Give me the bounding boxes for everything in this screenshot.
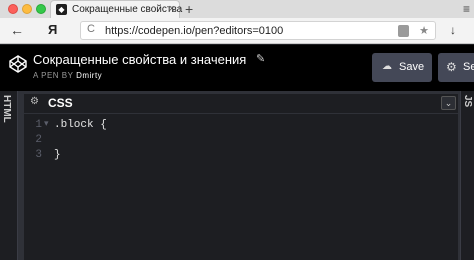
- css-code-editor[interactable]: 1 ▾ .block { 2 3 }: [24, 114, 458, 260]
- browser-toolbar: ← Я C https://codepen.io/pen?editors=010…: [0, 18, 474, 44]
- reader-icon[interactable]: [398, 25, 409, 37]
- js-tab-label[interactable]: JS: [462, 95, 473, 107]
- new-tab-button[interactable]: +: [185, 0, 193, 18]
- browser-tab-strip: ◆ Сокращенные свойства × + ≡: [0, 0, 474, 18]
- cloud-icon: ☁: [382, 61, 392, 72]
- author-name[interactable]: Dmirty: [76, 71, 102, 80]
- url-text[interactable]: https://codepen.io/pen?editors=0100: [105, 25, 283, 37]
- html-tab-label[interactable]: HTML: [1, 95, 12, 123]
- codepen-favicon-icon: ◆: [56, 4, 67, 15]
- line-number: 3: [35, 149, 42, 161]
- code-text: }: [54, 149, 61, 161]
- bookmark-star-icon[interactable]: ★: [419, 24, 429, 37]
- code-text: .block {: [54, 119, 107, 131]
- css-panel-title: CSS: [48, 96, 73, 110]
- maximize-window-button[interactable]: [36, 4, 46, 14]
- minimize-window-button[interactable]: [22, 4, 32, 14]
- gear-icon: ⚙: [446, 60, 457, 74]
- browser-menu-icon[interactable]: ≡: [463, 0, 470, 18]
- byline-prefix: A PEN BY: [33, 71, 74, 80]
- editor-area: HTML ⚙ CSS ⌄ 1 ▾ .block { 2 3 } JS: [0, 91, 474, 260]
- yandex-icon[interactable]: Я: [48, 22, 57, 37]
- reload-icon[interactable]: C: [87, 23, 95, 35]
- line-number: 1: [35, 119, 42, 131]
- settings-button-label: Se: [463, 61, 474, 73]
- close-window-button[interactable]: [8, 4, 18, 14]
- fold-arrow-icon[interactable]: ▾: [44, 119, 49, 129]
- browser-tab[interactable]: ◆ Сокращенные свойства ×: [50, 0, 183, 18]
- settings-button[interactable]: ⚙ Se: [438, 53, 474, 82]
- css-panel-header: ⚙ CSS ⌄: [24, 94, 458, 113]
- save-button[interactable]: ☁ Save: [372, 53, 432, 82]
- pen-title[interactable]: Сокращенные свойства и значения: [33, 52, 246, 67]
- back-button[interactable]: ←: [10, 22, 24, 38]
- codepen-logo-icon[interactable]: [8, 54, 28, 74]
- download-icon[interactable]: ↓: [450, 23, 456, 37]
- codepen-header: Сокращенные свойства и значения ✎ A PEN …: [0, 45, 474, 91]
- save-button-label: Save: [399, 61, 425, 73]
- panel-settings-icon[interactable]: ⚙: [30, 96, 39, 107]
- panel-collapse-button[interactable]: ⌄: [441, 96, 456, 110]
- tab-title: Сокращенные свойства: [72, 4, 183, 15]
- line-number: 2: [35, 134, 42, 146]
- edit-title-icon[interactable]: ✎: [256, 52, 265, 65]
- pen-byline: A PEN BY Dmirty: [33, 71, 102, 80]
- html-editor-collapsed[interactable]: HTML: [0, 91, 18, 260]
- js-editor-collapsed[interactable]: JS: [460, 91, 474, 260]
- address-bar[interactable]: C https://codepen.io/pen?editors=0100 ★: [80, 21, 436, 40]
- tab-close-button[interactable]: ×: [169, 3, 175, 15]
